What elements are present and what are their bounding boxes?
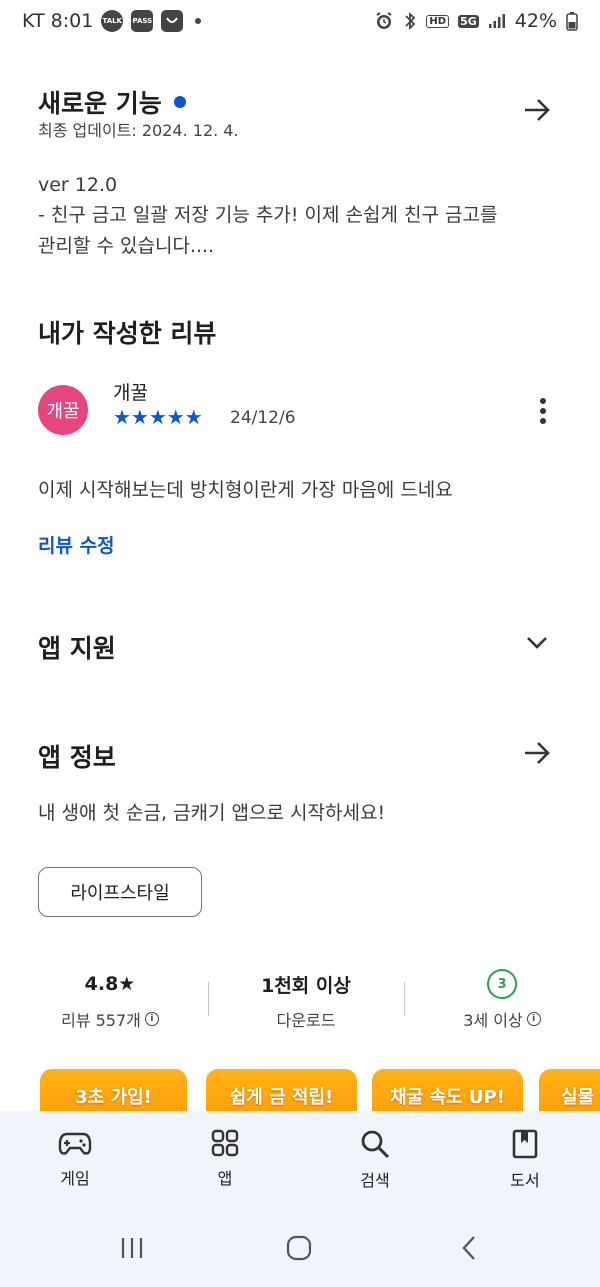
app-support-title[interactable]: 앱 지원 (38, 629, 116, 665)
notification-dot-icon (195, 18, 202, 24)
more-vert-icon (540, 398, 546, 424)
edit-review-link[interactable]: 리뷰 수정 (38, 531, 115, 558)
system-nav-bar (0, 1203, 600, 1287)
avatar: 개꿀 (38, 385, 88, 435)
review-text: 이제 시작해보는데 방치형이란게 가장 마음에 드네요 (38, 479, 453, 501)
age-label-row: 3세 이상 i (412, 1007, 592, 1031)
5g-icon: 5G (458, 14, 479, 28)
new-indicator-dot (173, 96, 186, 108)
age-label: 3세 이상 (463, 1011, 523, 1030)
recent-apps-icon (121, 1238, 143, 1258)
hd-icon: HD (426, 14, 450, 28)
arrow-right-icon (525, 742, 550, 764)
rating-value: 4.8★ (84, 973, 136, 995)
back-icon (462, 1236, 475, 1260)
age-badge-wrap: 3 (412, 965, 592, 1003)
nav-label: 검색 (360, 1171, 390, 1190)
nav-item-games[interactable]: 게임 (0, 1111, 150, 1203)
carrier-time: KT 8:01 (22, 10, 94, 32)
store-icon (161, 10, 184, 32)
stat-rating[interactable]: 4.8★ 리뷰 557개 i (20, 965, 200, 1031)
home-button[interactable] (282, 1233, 316, 1263)
apps-grid-icon (211, 1129, 239, 1157)
stat-divider (208, 982, 209, 1016)
whats-new-arrow-button[interactable] (515, 92, 559, 128)
nav-label: 게임 (60, 1169, 90, 1188)
downloads-label: 다운로드 (276, 1011, 336, 1030)
version-text: ver 12.0 (38, 174, 118, 196)
rating-label: 리뷰 557개 (61, 1011, 141, 1030)
downloads-value: 1천회 이상 (261, 974, 351, 997)
last-updated: 최종 업데이트: 2024. 12. 4. (38, 121, 239, 140)
recent-apps-button[interactable] (115, 1233, 149, 1263)
chevron-down-icon (527, 637, 547, 649)
age-rating-icon: 3 (487, 969, 517, 999)
nav-label: 앱 (217, 1169, 233, 1188)
bottom-nav: 게임 앱 검색 도서 (0, 1111, 600, 1203)
review-date: 24/12/6 (230, 408, 296, 428)
my-review-title: 내가 작성한 리뷰 (38, 319, 217, 348)
nav-item-apps[interactable]: 앱 (150, 1111, 300, 1203)
bluetooth-icon (403, 11, 417, 31)
info-icon: i (144, 1012, 159, 1026)
review-more-button[interactable] (523, 390, 563, 432)
signal-icon (488, 13, 506, 29)
app-support-expand-button[interactable] (518, 626, 556, 660)
battery-percent: 42% (514, 10, 557, 32)
whats-new-header[interactable]: 새로운 기능 (38, 84, 186, 120)
pass-icon: PASS (131, 10, 154, 32)
alarm-icon (374, 11, 394, 31)
reviewer-name: 개꿀 (113, 382, 148, 404)
arrow-right-icon (525, 99, 550, 121)
whats-new-line2: 관리할 수 있습니다.... (38, 235, 215, 257)
app-description: 내 생애 첫 순금, 금캐기 앱으로 시작하세요! (38, 802, 386, 824)
stat-divider (404, 982, 405, 1016)
whats-new-title: 새로운 기능 (38, 89, 162, 118)
back-button[interactable] (452, 1233, 486, 1263)
book-icon (512, 1129, 538, 1159)
app-info-arrow-button[interactable] (515, 735, 559, 771)
nav-label: 도서 (510, 1171, 540, 1190)
nav-item-books[interactable]: 도서 (450, 1111, 600, 1203)
whats-new-line1: - 친구 금고 일괄 저장 기능 추가! 이제 손쉽게 친구 금고를 (38, 204, 498, 226)
stat-age-rating[interactable]: 3 3세 이상 i (412, 965, 592, 1031)
category-chip[interactable]: 라이프스타일 (38, 867, 202, 917)
status-bar: KT 8:01 TALK PASS HD 5G 42% (0, 0, 600, 42)
stat-downloads: 1천회 이상 다운로드 (216, 965, 396, 1031)
info-icon: i (526, 1012, 541, 1026)
app-info-title[interactable]: 앱 정보 (38, 738, 116, 774)
rating-label-row: 리뷰 557개 i (20, 1007, 200, 1031)
search-icon (361, 1130, 390, 1159)
home-icon (286, 1235, 312, 1261)
kakaotalk-icon: TALK (101, 10, 124, 32)
nav-item-search[interactable]: 검색 (300, 1111, 450, 1203)
star-rating: ★★★★★ (113, 405, 203, 429)
battery-icon (566, 11, 578, 31)
gamepad-icon (58, 1132, 92, 1155)
